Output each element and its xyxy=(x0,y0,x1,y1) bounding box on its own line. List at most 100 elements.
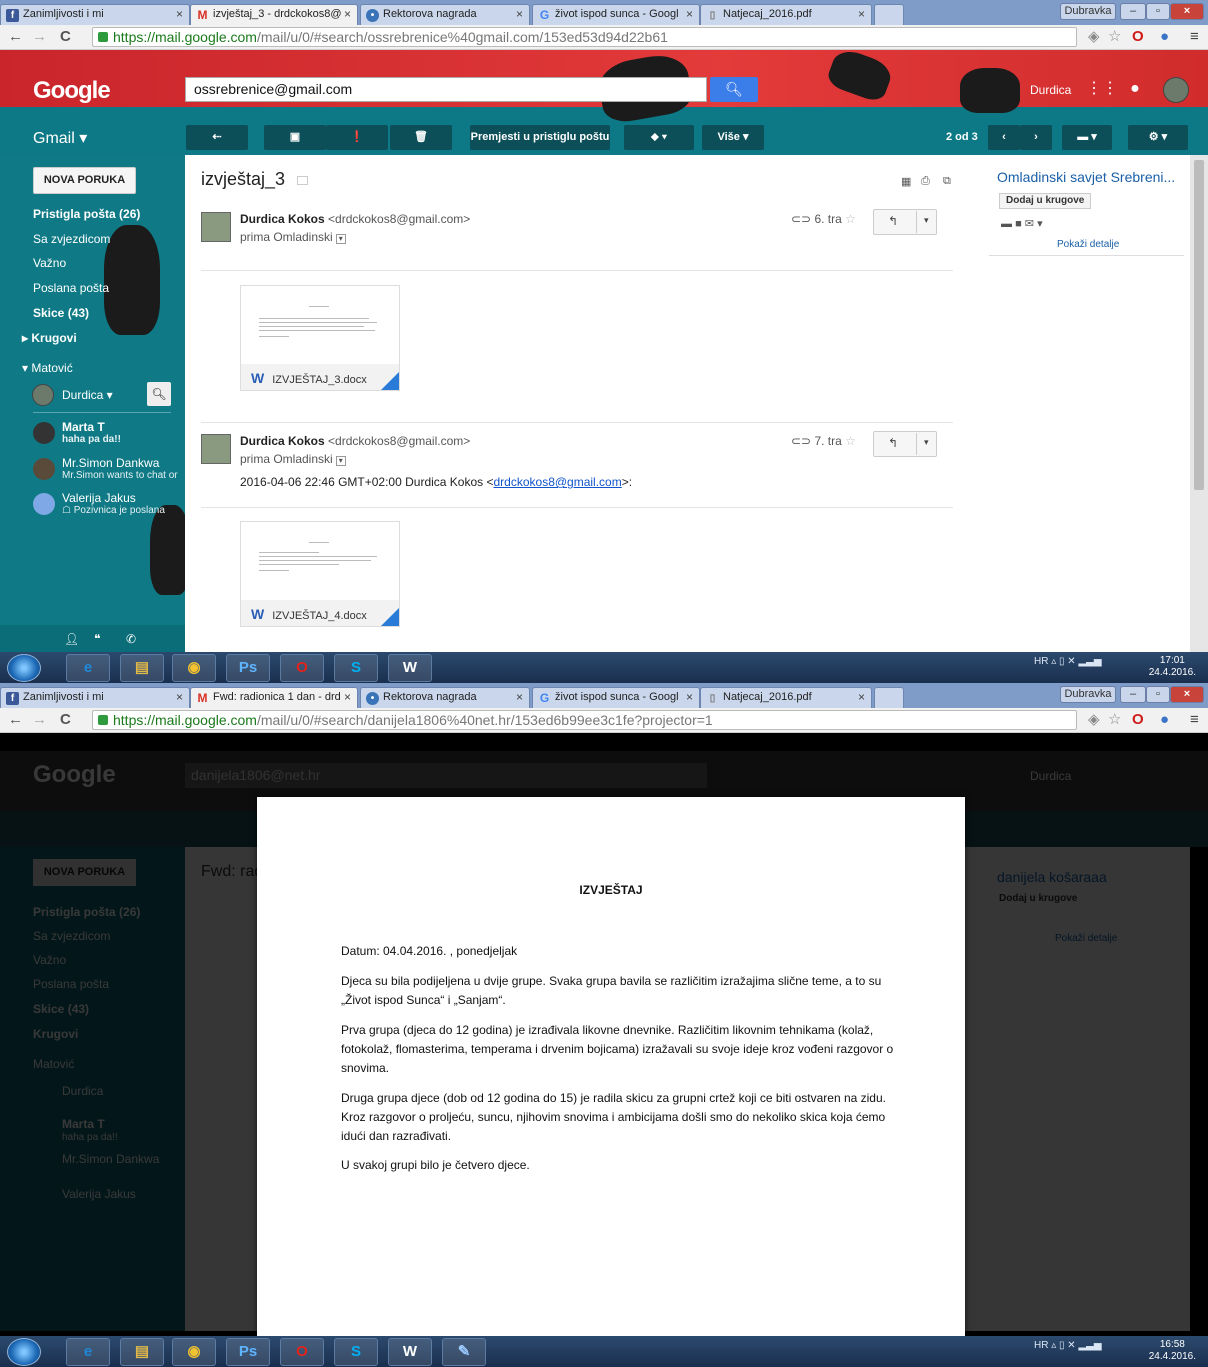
phone-icon[interactable]: ✆ xyxy=(126,632,136,646)
photoshop-icon[interactable]: Ps xyxy=(226,654,270,682)
extension-badge-icon[interactable]: ● xyxy=(1160,711,1169,729)
contact-valerija[interactable]: Valerija Jakus ☖ Pozivnica je poslana xyxy=(33,491,165,516)
new-tab-button[interactable] xyxy=(874,4,904,25)
notifications-icon[interactable]: ● xyxy=(1124,78,1146,100)
close-tab-icon[interactable]: × xyxy=(858,7,865,21)
opera-icon[interactable]: O xyxy=(280,654,324,682)
contact-simon[interactable]: Mr.Simon Dankwa Mr.Simon wants to chat or xyxy=(33,456,178,481)
close-tab-icon[interactable]: × xyxy=(344,690,351,704)
attachment-izvjestaj-4[interactable]: W IZVJEŠTAJ_4.docx xyxy=(240,521,400,627)
print-icon[interactable]: ⎙ xyxy=(921,175,930,188)
opera-icon[interactable]: O xyxy=(280,1338,324,1366)
chevron-down-icon[interactable]: ▾ xyxy=(1037,218,1043,230)
ie-icon[interactable]: e xyxy=(66,654,110,682)
google-logo[interactable]: Google xyxy=(33,77,111,105)
url-input[interactable]: https://mail.google.com/mail/u/0/#search… xyxy=(92,27,1077,47)
explorer-icon[interactable]: ▤ xyxy=(120,654,164,682)
back-icon[interactable]: ← xyxy=(8,711,23,729)
scrollbar-thumb[interactable] xyxy=(1194,160,1204,490)
tab-google-search[interactable]: Gživot ispod sunca - Googl × xyxy=(532,687,700,708)
close-tab-icon[interactable]: × xyxy=(686,7,693,21)
label-icon[interactable] xyxy=(297,175,309,185)
start-button[interactable] xyxy=(7,1338,41,1366)
recipients[interactable]: prima Omladinski ▾ xyxy=(240,452,346,466)
tab-zanimljivosti[interactable]: f Zanimljivosti i mi × xyxy=(0,687,190,708)
tray-clock[interactable]: 17:01 24.4.2016. xyxy=(1149,655,1196,679)
extension-icon[interactable]: ◈ xyxy=(1088,28,1100,46)
labels-button[interactable]: ⬥ ▾ xyxy=(624,125,694,150)
opera-icon[interactable]: O xyxy=(1132,711,1144,729)
move-to-inbox-button[interactable]: Premjesti u pristiglu poštu xyxy=(470,125,610,150)
hangouts-icon[interactable]: ❝ xyxy=(94,632,100,646)
compose-button[interactable]: NOVA PORUKA xyxy=(33,167,136,194)
ie-icon[interactable]: e xyxy=(66,1338,110,1366)
star-icon[interactable]: ☆ xyxy=(845,212,856,226)
tab-rektorova[interactable]: • Rektorova nagrada × xyxy=(360,4,530,25)
word-icon[interactable]: W xyxy=(388,654,432,682)
recipients[interactable]: prima Omladinski ▾ xyxy=(240,230,346,244)
tab-fwd-radionica[interactable]: M Fwd: radionica 1 dan - drd × xyxy=(190,687,358,709)
close-tab-icon[interactable]: × xyxy=(176,7,183,21)
settings-button[interactable]: ⚙ ▾ xyxy=(1128,125,1188,150)
back-icon[interactable]: ← xyxy=(8,28,23,46)
search-input[interactable]: ossrebrenice@gmail.com xyxy=(185,77,707,102)
user-name[interactable]: Durdica xyxy=(1030,83,1071,97)
tab-pdf[interactable]: ▯ Natjecaj_2016.pdf × xyxy=(700,687,872,708)
apps-grid-icon[interactable]: ⋮⋮ xyxy=(1086,78,1118,100)
sidebar-item-drafts[interactable]: Skice (43) xyxy=(33,306,89,320)
sender[interactable]: Durdica Kokos <drdckokos8@gmail.com> xyxy=(240,434,470,448)
video-icon[interactable]: ■ xyxy=(1015,218,1022,230)
gmail-menu[interactable]: Gmail ▾ xyxy=(33,128,87,148)
tab-rektorova[interactable]: • Rektorova nagrada × xyxy=(360,687,530,708)
show-details-link[interactable]: Pokaži detalje xyxy=(1057,239,1119,250)
close-tab-icon[interactable]: × xyxy=(686,690,693,704)
opera-icon[interactable]: O xyxy=(1132,28,1144,46)
contact-card-name[interactable]: Omladinski savjet Srebreni... xyxy=(997,169,1187,185)
tab-pdf[interactable]: ▯ Natjecaj_2016.pdf × xyxy=(700,4,872,25)
search-button[interactable]: 🔍︎ xyxy=(710,77,758,102)
forward-icon[interactable]: → xyxy=(32,28,47,46)
minimize-button[interactable]: – xyxy=(1120,686,1146,703)
scrollbar[interactable] xyxy=(1190,155,1208,655)
word-icon[interactable]: W xyxy=(388,1338,432,1366)
skype-icon[interactable]: S xyxy=(334,1338,378,1366)
reload-icon[interactable]: C xyxy=(60,711,71,729)
archive-button[interactable]: ▣ xyxy=(264,125,326,150)
new-window-icon[interactable]: ⧉ xyxy=(943,175,951,188)
chevron-down-icon[interactable]: ▾ xyxy=(335,456,346,466)
sidebar-item-matovic[interactable]: ▾ Matović xyxy=(22,361,73,375)
extension-icon[interactable]: ◈ xyxy=(1088,711,1100,729)
reply-button[interactable]: ↰ ▾ xyxy=(873,209,937,235)
card-icon[interactable]: ▬ xyxy=(1001,218,1012,230)
tray-lang[interactable]: HR ▵ ▯ ✕ ▂▃▅ xyxy=(1034,1340,1102,1351)
chevron-down-icon[interactable]: ▾ xyxy=(335,234,346,244)
new-tab-button[interactable] xyxy=(874,687,904,708)
older-button[interactable]: › xyxy=(1020,125,1052,150)
person-icon[interactable]: 👤︎ xyxy=(64,632,79,646)
start-button[interactable] xyxy=(7,654,41,682)
sidebar-item-sent[interactable]: Poslana pošta xyxy=(33,281,109,295)
add-to-circles-button[interactable]: Dodaj u krugove xyxy=(999,193,1092,209)
maximize-button[interactable]: ▫ xyxy=(1146,3,1170,20)
profile-button[interactable]: Dubravka xyxy=(1060,3,1116,20)
tray-clock[interactable]: 16:58 24.4.2016. xyxy=(1149,1339,1196,1363)
minimize-button[interactable]: – xyxy=(1120,3,1146,20)
close-tab-icon[interactable]: × xyxy=(176,690,183,704)
chrome-icon[interactable]: ◉ xyxy=(172,1338,216,1366)
menu-icon[interactable]: ≡ xyxy=(1190,711,1199,729)
bookmark-star-icon[interactable]: ☆ xyxy=(1108,28,1121,46)
expand-all-icon[interactable]: ▦ xyxy=(901,175,911,188)
reply-button[interactable]: ↰ ▾ xyxy=(873,431,937,457)
newer-button[interactable]: ‹ xyxy=(988,125,1020,150)
sidebar-item-circles[interactable]: ▸ Krugovi xyxy=(22,331,77,345)
extension-badge-icon[interactable]: ● xyxy=(1160,28,1169,46)
tab-google-search[interactable]: Gživot ispod sunca - Googl × xyxy=(532,4,700,25)
contact-marta[interactable]: Marta Thaha pa da!! xyxy=(33,420,121,445)
sender[interactable]: Durdica Kokos <drdckokos8@gmail.com> xyxy=(240,212,470,226)
back-to-list-button[interactable]: ⇠ xyxy=(186,125,248,150)
paint-icon[interactable]: ✎ xyxy=(442,1338,486,1366)
close-tab-icon[interactable]: × xyxy=(344,7,351,21)
chat-user-name[interactable]: Durdica ▾ xyxy=(62,388,113,402)
bookmark-star-icon[interactable]: ☆ xyxy=(1108,711,1121,729)
close-window-button[interactable]: × xyxy=(1170,3,1204,20)
